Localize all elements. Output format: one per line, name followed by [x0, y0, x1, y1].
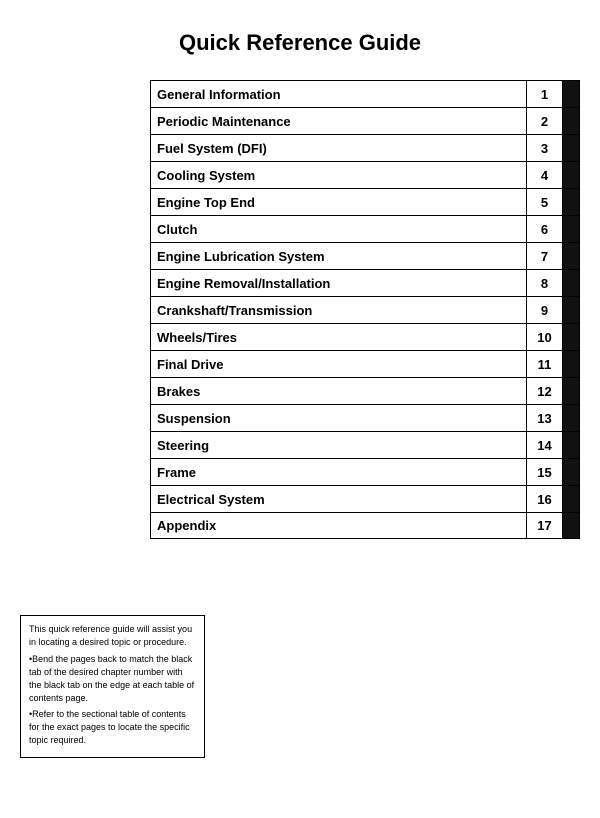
toc-tab	[562, 81, 580, 107]
toc-tab	[562, 405, 580, 431]
table-row: Frame15	[150, 458, 580, 485]
table-of-contents: General Information1Periodic Maintenance…	[150, 80, 580, 539]
toc-number: 9	[526, 297, 562, 323]
toc-tab	[562, 108, 580, 134]
toc-label: Cooling System	[150, 162, 526, 188]
table-row: Cooling System4	[150, 161, 580, 188]
toc-number: 8	[526, 270, 562, 296]
toc-tab	[562, 351, 580, 377]
toc-label: Engine Lubrication System	[150, 243, 526, 269]
toc-tab	[562, 270, 580, 296]
toc-number: 7	[526, 243, 562, 269]
table-row: Engine Lubrication System7	[150, 242, 580, 269]
toc-label: Clutch	[150, 216, 526, 242]
note-box: This quick reference guide will assist y…	[20, 615, 205, 758]
table-row: Electrical System16	[150, 485, 580, 512]
table-row: Engine Removal/Installation8	[150, 269, 580, 296]
toc-number: 14	[526, 432, 562, 458]
toc-tab	[562, 297, 580, 323]
page: Quick Reference Guide General Informatio…	[0, 0, 600, 818]
table-row: Clutch6	[150, 215, 580, 242]
toc-tab	[562, 513, 580, 538]
toc-label: Periodic Maintenance	[150, 108, 526, 134]
toc-number: 4	[526, 162, 562, 188]
toc-tab	[562, 135, 580, 161]
toc-label: Steering	[150, 432, 526, 458]
toc-label: Electrical System	[150, 486, 526, 512]
toc-tab	[562, 243, 580, 269]
toc-tab	[562, 378, 580, 404]
toc-tab	[562, 189, 580, 215]
toc-number: 15	[526, 459, 562, 485]
toc-number: 11	[526, 351, 562, 377]
toc-number: 13	[526, 405, 562, 431]
table-row: Appendix17	[150, 512, 580, 539]
toc-label: Appendix	[150, 513, 526, 538]
table-row: Final Drive11	[150, 350, 580, 377]
toc-tab	[562, 486, 580, 512]
toc-tab	[562, 432, 580, 458]
toc-number: 5	[526, 189, 562, 215]
table-row: General Information1	[150, 80, 580, 107]
toc-number: 3	[526, 135, 562, 161]
table-row: Fuel System (DFI)3	[150, 134, 580, 161]
table-row: Periodic Maintenance2	[150, 107, 580, 134]
page-title: Quick Reference Guide	[20, 30, 580, 56]
toc-label: Brakes	[150, 378, 526, 404]
table-row: Brakes12	[150, 377, 580, 404]
toc-label: Fuel System (DFI)	[150, 135, 526, 161]
toc-label: Suspension	[150, 405, 526, 431]
toc-number: 1	[526, 81, 562, 107]
toc-number: 12	[526, 378, 562, 404]
table-row: Crankshaft/Transmission9	[150, 296, 580, 323]
table-row: Steering14	[150, 431, 580, 458]
toc-label: General Information	[150, 81, 526, 107]
toc-number: 10	[526, 324, 562, 350]
toc-number: 6	[526, 216, 562, 242]
toc-label: Engine Removal/Installation	[150, 270, 526, 296]
toc-number: 2	[526, 108, 562, 134]
toc-number: 16	[526, 486, 562, 512]
toc-label: Engine Top End	[150, 189, 526, 215]
toc-label: Crankshaft/Transmission	[150, 297, 526, 323]
toc-label: Frame	[150, 459, 526, 485]
toc-tab	[562, 459, 580, 485]
toc-label: Wheels/Tires	[150, 324, 526, 350]
toc-label: Final Drive	[150, 351, 526, 377]
table-row: Suspension13	[150, 404, 580, 431]
table-row: Engine Top End5	[150, 188, 580, 215]
table-row: Wheels/Tires10	[150, 323, 580, 350]
toc-tab	[562, 216, 580, 242]
toc-tab	[562, 324, 580, 350]
toc-number: 17	[526, 513, 562, 538]
toc-tab	[562, 162, 580, 188]
